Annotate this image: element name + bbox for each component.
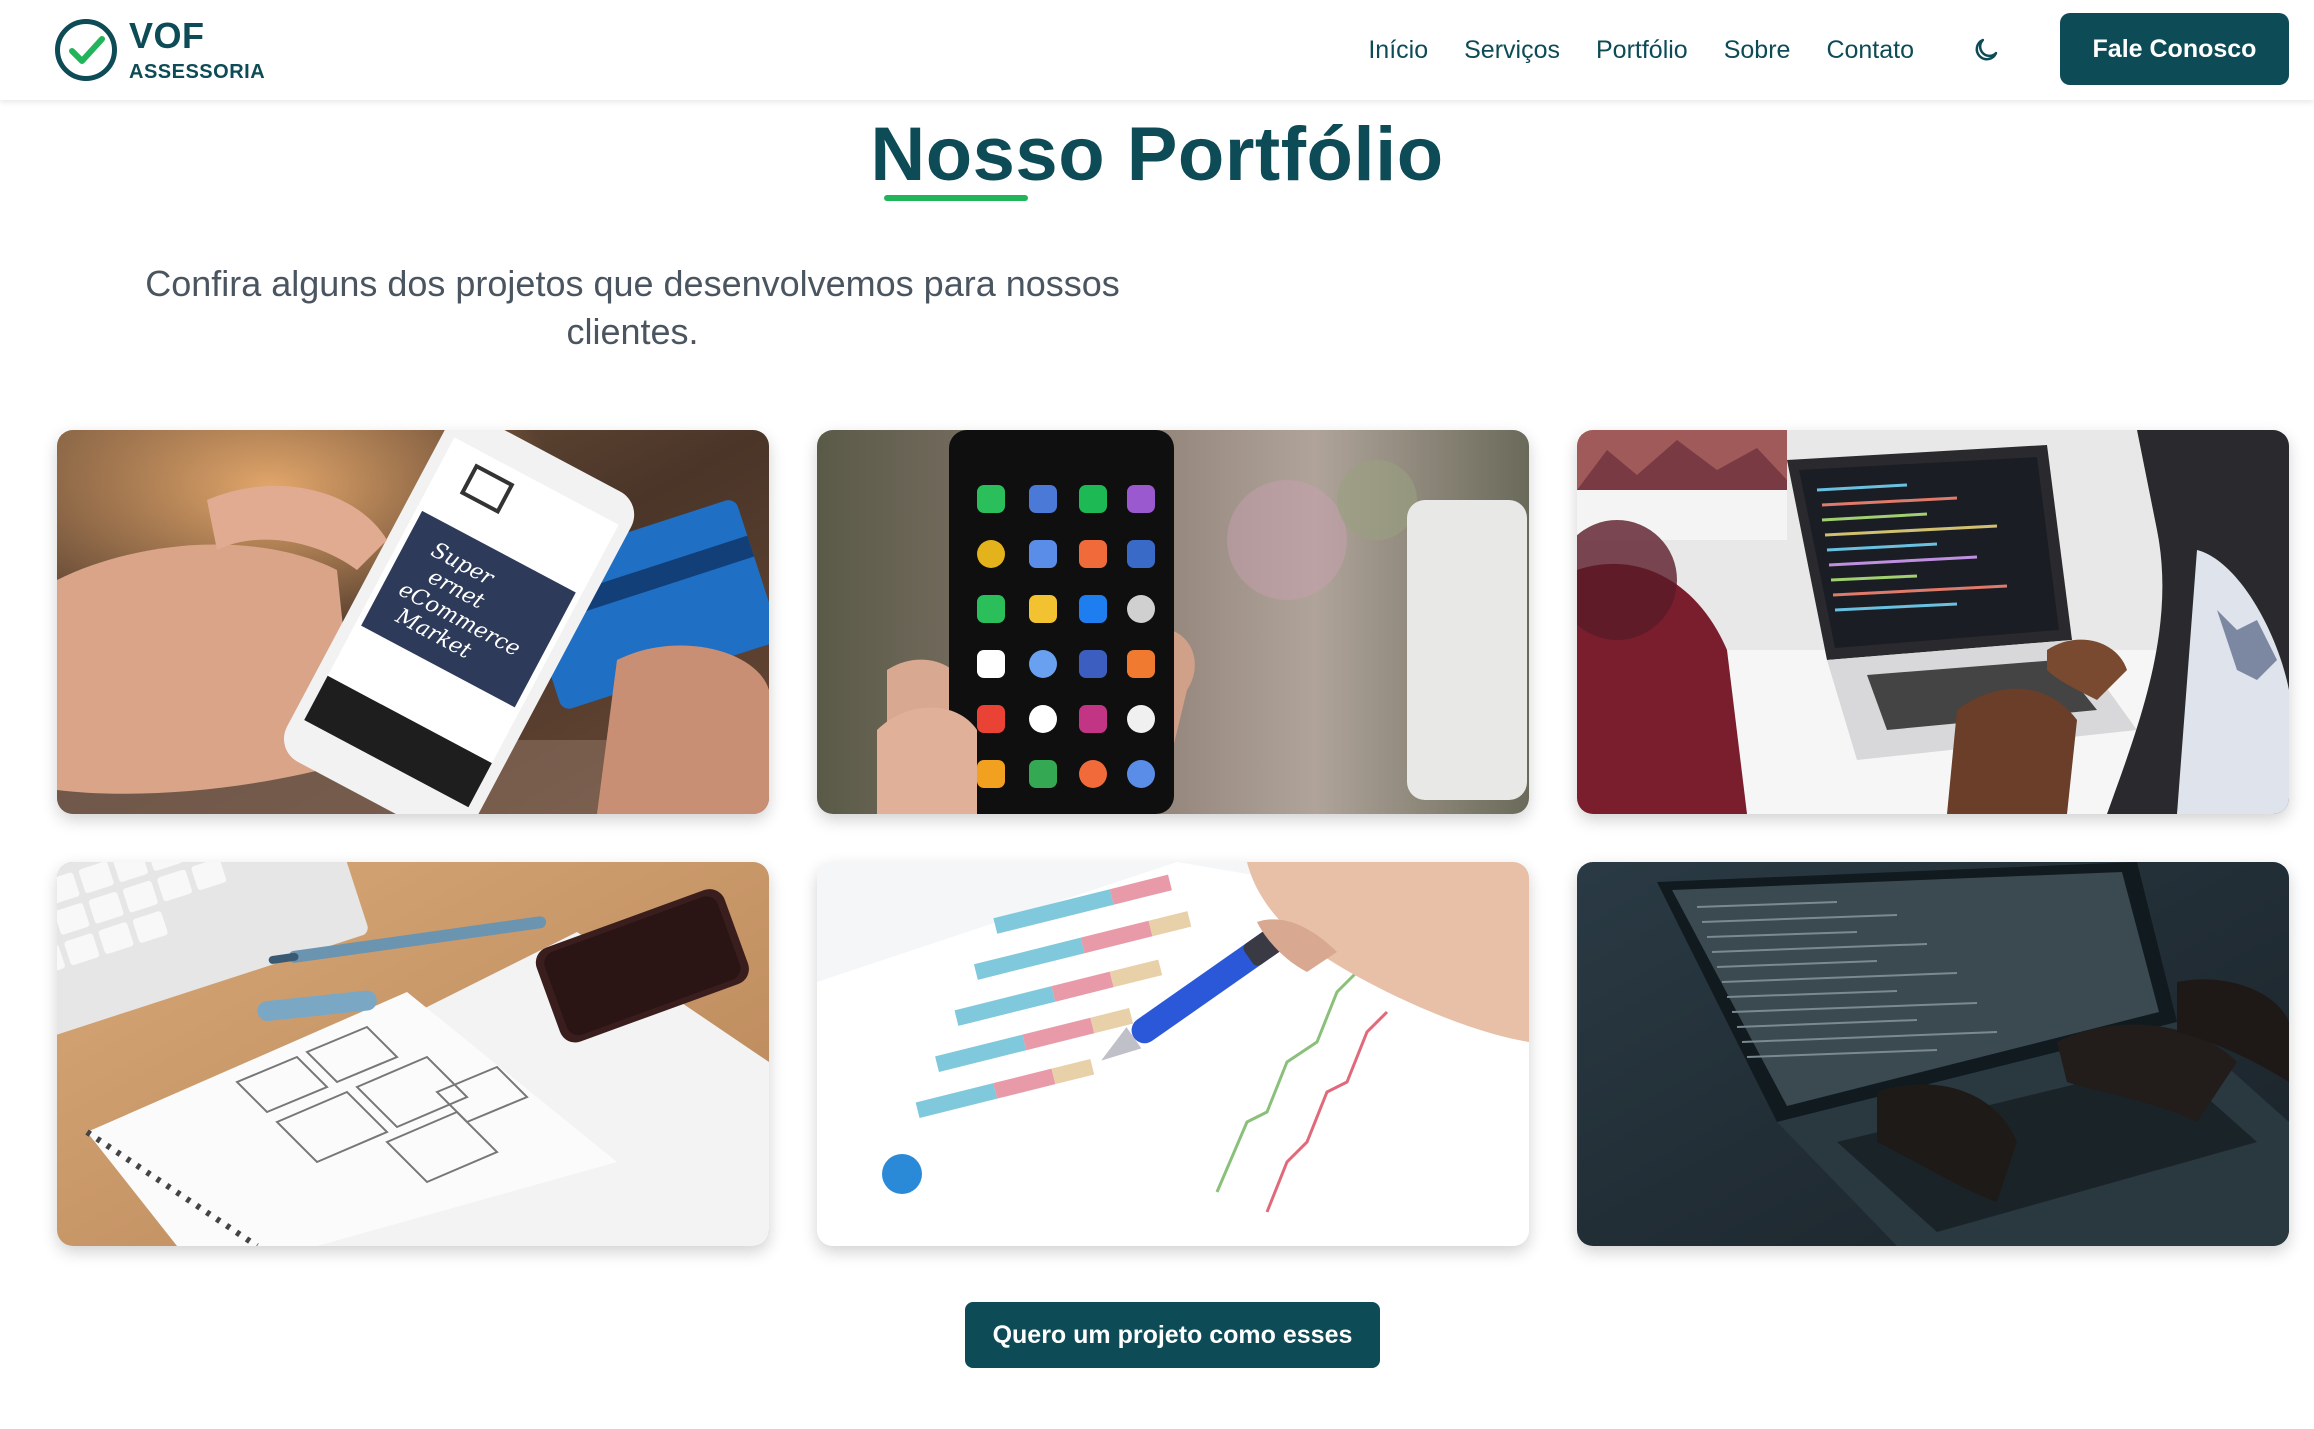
nav-item-portfolio[interactable]: Portfólio — [1596, 36, 1688, 65]
theme-toggle-button[interactable] — [1968, 32, 2004, 68]
portfolio-card-6[interactable] — [1577, 862, 2289, 1246]
nav-item-contato[interactable]: Contato — [1826, 36, 1914, 65]
portfolio-card-1[interactable]: Super ernet eCommerce Market — [57, 430, 769, 814]
section-subtitle: Confira alguns dos projetos que desenvol… — [145, 263, 1120, 352]
title-underline — [884, 195, 1028, 201]
dark-laptop-typing-photo — [1577, 862, 2289, 1246]
business-charts-pen-photo — [817, 862, 1529, 1246]
nav-item-sobre[interactable]: Sobre — [1724, 36, 1791, 65]
nav-item-inicio[interactable]: Início — [1368, 36, 1428, 65]
logo[interactable]: VOF ASSESSORIA — [55, 16, 265, 84]
portfolio-card-3[interactable] — [1577, 430, 2289, 814]
contact-us-button[interactable]: Fale Conosco — [2060, 13, 2289, 85]
portfolio-card-4[interactable] — [57, 862, 769, 1246]
android-phone-apps-photo — [817, 430, 1529, 814]
check-circle-icon — [55, 19, 117, 81]
main-nav: Início Serviços Portfólio Sobre Contato — [1332, 0, 1914, 100]
smartphone-ecommerce-photo: Super ernet eCommerce Market — [57, 430, 769, 814]
portfolio-card-5[interactable] — [817, 862, 1529, 1246]
site-header: VOF ASSESSORIA Início Serviços Portfólio… — [0, 0, 2314, 100]
wireframe-sketch-notebook-photo — [57, 862, 769, 1246]
page-title: Nosso Portfólio — [870, 112, 1444, 197]
nav-item-servicos[interactable]: Serviços — [1464, 36, 1560, 65]
portfolio-card-2[interactable] — [817, 430, 1529, 814]
brand-name: VOF — [129, 15, 205, 56]
moon-icon — [1975, 38, 1998, 61]
laptop-code-desk-photo — [1577, 430, 2289, 814]
brand-subtitle: ASSESSORIA — [129, 61, 266, 83]
request-project-button[interactable]: Quero um projeto como esses — [965, 1302, 1380, 1368]
